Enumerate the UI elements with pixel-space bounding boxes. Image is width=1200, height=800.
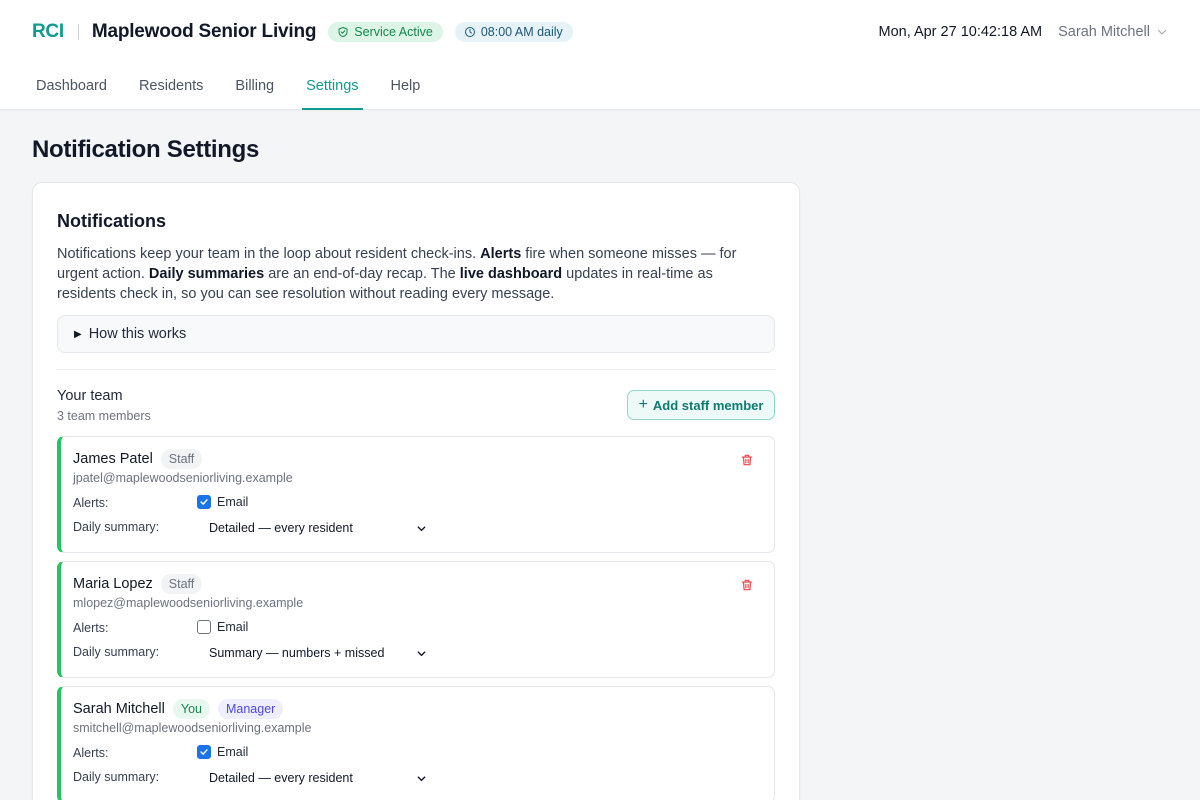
clock-icon — [464, 27, 475, 37]
alert-email-checkbox[interactable]: Email — [197, 620, 248, 634]
schedule-text: 08:00 AM daily — [480, 25, 563, 39]
daily-summary-value: Detailed — every resident — [209, 521, 353, 535]
daily-summary-label: Daily summary: — [73, 645, 160, 659]
checkbox-checked[interactable] — [197, 495, 211, 509]
daily-summary-label: Daily summary: — [73, 520, 160, 534]
triangle-right-icon: ▶ — [74, 328, 82, 340]
tab-dashboard[interactable]: Dashboard — [32, 62, 111, 110]
trash-icon[interactable] — [740, 578, 754, 592]
chevron-down-icon — [417, 651, 426, 657]
member-email: jpatel@maplewoodseniorliving.example — [73, 471, 293, 485]
member-email: smitchell@maplewoodseniorliving.example — [73, 721, 312, 735]
member-name-row: James Patel Staff — [73, 449, 203, 469]
schedule-badge: 08:00 AM daily — [454, 22, 573, 42]
role-badge: Staff — [160, 574, 203, 594]
chevron-down-icon — [1158, 30, 1166, 35]
chevron-down-icon — [417, 526, 426, 532]
how-this-works-toggle[interactable]: ▶ How this works — [57, 315, 775, 353]
notifications-intro: Notifications keep your team in the loop… — [57, 244, 757, 304]
intro-text-3: are an end-of-day recap. The — [264, 266, 460, 282]
checkbox-unchecked[interactable] — [197, 620, 211, 634]
alerts-label: Alerts: — [73, 746, 109, 760]
service-status-badge: Service Active — [328, 22, 443, 42]
page-title: Notification Settings — [32, 136, 260, 163]
daily-summary-value: Detailed — every resident — [209, 771, 353, 785]
daily-summary-select[interactable]: Detailed — every resident — [197, 768, 427, 788]
team-count: 3 team members — [57, 409, 151, 423]
alert-email-checkbox[interactable]: Email — [197, 745, 248, 759]
team-heading: Your team — [57, 388, 123, 404]
top-bar: RCI Maplewood Senior Living Service Acti… — [32, 16, 1168, 48]
alerts-label: Alerts: — [73, 621, 109, 635]
chevron-down-icon — [417, 776, 426, 782]
you-badge: You — [172, 699, 210, 719]
alerts-label: Alerts: — [73, 496, 109, 510]
checkbox-label: Email — [217, 745, 249, 759]
alert-email-checkbox[interactable]: Email — [197, 495, 248, 509]
checkbox-label: Email — [217, 620, 249, 634]
user-menu[interactable]: Sarah Mitchell — [1058, 24, 1168, 40]
member-name-row: Maria Lopez Staff — [73, 574, 203, 594]
tab-billing[interactable]: Billing — [231, 62, 278, 110]
role-badge: Manager — [217, 699, 284, 719]
team-member-card: Maria Lopez Staff mlopez@maplewoodsenior… — [57, 561, 775, 678]
current-datetime: Mon, Apr 27 10:42:18 AM — [878, 24, 1043, 40]
service-status-text: Service Active — [354, 25, 433, 39]
checkbox-checked[interactable] — [197, 745, 211, 759]
section-divider — [57, 369, 775, 370]
how-this-works-label: How this works — [88, 326, 187, 342]
add-staff-member-label: Add staff member — [652, 397, 764, 413]
member-name: Maria Lopez — [73, 576, 153, 592]
brand-separator — [77, 24, 79, 40]
plus-icon: + — [638, 396, 648, 413]
tab-help[interactable]: Help — [387, 62, 425, 110]
tab-settings[interactable]: Settings — [302, 62, 363, 110]
brand-logo[interactable]: RCI — [32, 21, 64, 43]
trash-icon[interactable] — [740, 453, 754, 467]
header-right: Mon, Apr 27 10:42:18 AM Sarah Mitchell — [878, 24, 1168, 40]
app-header: RCI Maplewood Senior Living Service Acti… — [0, 0, 1200, 110]
tab-residents[interactable]: Residents — [135, 62, 207, 110]
role-badge: Staff — [160, 449, 203, 469]
shield-check-icon — [338, 27, 348, 37]
member-name: Sarah Mitchell — [73, 701, 165, 717]
member-name-row: Sarah Mitchell You Manager — [73, 699, 284, 719]
intro-text-1: Notifications keep your team in the loop… — [57, 246, 481, 262]
notifications-title: Notifications — [57, 211, 167, 231]
member-name: James Patel — [73, 451, 153, 467]
user-name: Sarah Mitchell — [1058, 24, 1150, 40]
team-member-card: James Patel Staff jpatel@maplewoodsenior… — [57, 436, 775, 553]
add-staff-member-button[interactable]: + Add staff member — [627, 390, 775, 420]
team-member-card: Sarah Mitchell You Manager smitchell@map… — [57, 686, 775, 800]
daily-summary-value: Summary — numbers + missed — [209, 646, 385, 660]
facility-name: Maplewood Senior Living — [91, 21, 317, 42]
intro-bold-alerts: Alerts — [480, 246, 522, 262]
check-icon — [200, 499, 208, 505]
notifications-card: Notifications Notifications keep your te… — [32, 182, 800, 800]
daily-summary-select[interactable]: Summary — numbers + missed — [197, 643, 427, 663]
member-email: mlopez@maplewoodseniorliving.example — [73, 596, 304, 610]
checkbox-label: Email — [217, 495, 249, 509]
daily-summary-label: Daily summary: — [73, 770, 160, 784]
main-nav: Dashboard Residents Billing Settings Hel… — [32, 62, 448, 110]
intro-bold-dashboard: live dashboard — [459, 266, 563, 282]
daily-summary-select[interactable]: Detailed — every resident — [197, 518, 427, 538]
check-icon — [200, 749, 208, 755]
intro-bold-summaries: Daily summaries — [148, 266, 265, 282]
